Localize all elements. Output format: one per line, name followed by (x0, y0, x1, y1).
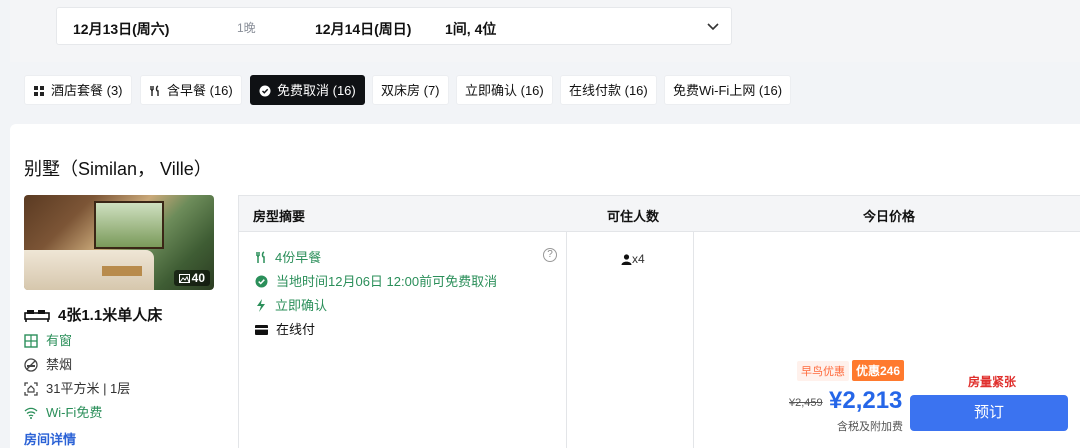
guests-rooms[interactable]: 1间, 4位 (445, 19, 496, 39)
perk-label: 4份早餐 (275, 250, 322, 265)
header-capacity: 可住人数 (607, 209, 660, 224)
chevron-down-icon[interactable] (705, 18, 721, 34)
tax-note: 含税及附加费 (837, 421, 903, 433)
room-card: 别墅（Similan， Ville） 40 4张1.1米单人床 有窗 禁烟 31… (10, 124, 1080, 448)
photo-count: 40 (191, 271, 205, 285)
feature-area: 31平方米 | 1层 (24, 378, 130, 397)
filter-free-wifi[interactable]: 免费Wi-Fi上网 (16) (664, 75, 792, 105)
capacity-info: x4 (621, 252, 645, 266)
bed-info: 4张1.1米单人床 (24, 304, 162, 325)
feature-window: 有窗 (24, 330, 72, 349)
window-icon (24, 333, 38, 348)
early-bird-badge: 早鸟优惠 (797, 361, 849, 381)
feature-wifi: Wi-Fi免费 (24, 402, 102, 421)
image-icon (178, 274, 190, 284)
perk-free-cancel: 当地时间12月06日 12:00前可免费取消 (255, 271, 497, 290)
bed-label: 4张1.1米单人床 (58, 307, 163, 324)
discount-badge: 优惠246 (852, 360, 905, 381)
original-price: ¥2,459 (789, 397, 823, 409)
room-details-link[interactable]: 房间详情 (24, 429, 76, 448)
photo-count-badge[interactable]: 40 (173, 270, 210, 286)
utensils-icon (256, 251, 265, 264)
feature-label: 有窗 (46, 333, 73, 348)
room-title: 别墅（Similan， Ville） (24, 159, 212, 179)
filter-breakfast[interactable]: 含早餐 (16) (140, 75, 242, 105)
perk-online-pay: 在线付 (255, 319, 315, 338)
filter-instant-confirm[interactable]: 立即确认 (16) (456, 75, 553, 105)
nights-count: 1晚 (237, 21, 256, 35)
book-button[interactable]: 预订 (910, 395, 1068, 431)
grid-icon (34, 85, 44, 96)
filter-label: 双床房 (7) (381, 83, 440, 98)
card-icon (255, 324, 268, 335)
check-circle-icon (259, 85, 271, 97)
photo-runner (102, 266, 142, 276)
check-circle-icon (255, 275, 268, 288)
table-header: 房型摘要 可住人数 今日价格 (239, 196, 1080, 232)
filter-label: 在线付款 (16) (569, 83, 648, 98)
header-summary: 房型摘要 (253, 209, 306, 224)
checkin-date[interactable]: 12月13日(周六) (73, 19, 169, 39)
feature-label: 禁烟 (46, 357, 73, 372)
capacity-value: x4 (632, 252, 645, 266)
checkout-date[interactable]: 12月14日(周日) (315, 19, 411, 39)
help-icon[interactable]: ? (543, 248, 557, 262)
filter-online-pay[interactable]: 在线付款 (16) (560, 75, 657, 105)
wifi-icon (24, 407, 38, 419)
current-price: ¥2,213 (829, 387, 903, 414)
search-panel: 12月13日(周六) 1晚 12月14日(周日) 1间, 4位 (10, 0, 1080, 62)
room-photo[interactable]: 40 (24, 195, 214, 290)
perk-instant-confirm: 立即确认 (255, 295, 327, 314)
photo-window (94, 201, 164, 249)
feature-label: Wi-Fi免费 (46, 405, 103, 420)
scarcity-label: 房量紧张 (968, 375, 1017, 389)
filter-label: 酒店套餐 (3) (51, 83, 123, 98)
no-smoking-icon (24, 357, 38, 372)
feature-no-smoking: 禁烟 (24, 354, 72, 373)
utensils-icon (150, 84, 159, 96)
lightning-icon (257, 299, 265, 313)
person-icon (621, 254, 632, 266)
perk-label: 立即确认 (275, 298, 328, 313)
filter-label: 含早餐 (16) (167, 83, 233, 98)
filter-twin[interactable]: 双床房 (7) (372, 75, 449, 105)
perk-breakfast: 4份早餐 (255, 247, 321, 266)
date-guest-selector[interactable]: 12月13日(周六) 1晚 12月14日(周日) 1间, 4位 (56, 7, 732, 45)
filter-label: 立即确认 (16) (465, 83, 544, 98)
column-divider (566, 232, 567, 448)
filter-package[interactable]: 酒店套餐 (3) (24, 75, 132, 105)
header-price: 今日价格 (863, 209, 916, 224)
column-divider (693, 232, 694, 448)
bed-icon (24, 310, 50, 323)
filter-label: 免费取消 (16) (277, 83, 356, 98)
rate-table: 房型摘要 可住人数 今日价格 4份早餐 ? 当地时间12月06日 12:00前可… (238, 195, 1080, 448)
perk-label: 在线付 (276, 322, 316, 337)
perk-label: 当地时间12月06日 12:00前可免费取消 (276, 274, 498, 289)
area-icon (24, 381, 38, 396)
feature-label: 31平方米 | 1层 (46, 381, 131, 396)
filter-label: 免费Wi-Fi上网 (16) (673, 83, 783, 98)
filter-free-cancel[interactable]: 免费取消 (16) (250, 75, 365, 105)
